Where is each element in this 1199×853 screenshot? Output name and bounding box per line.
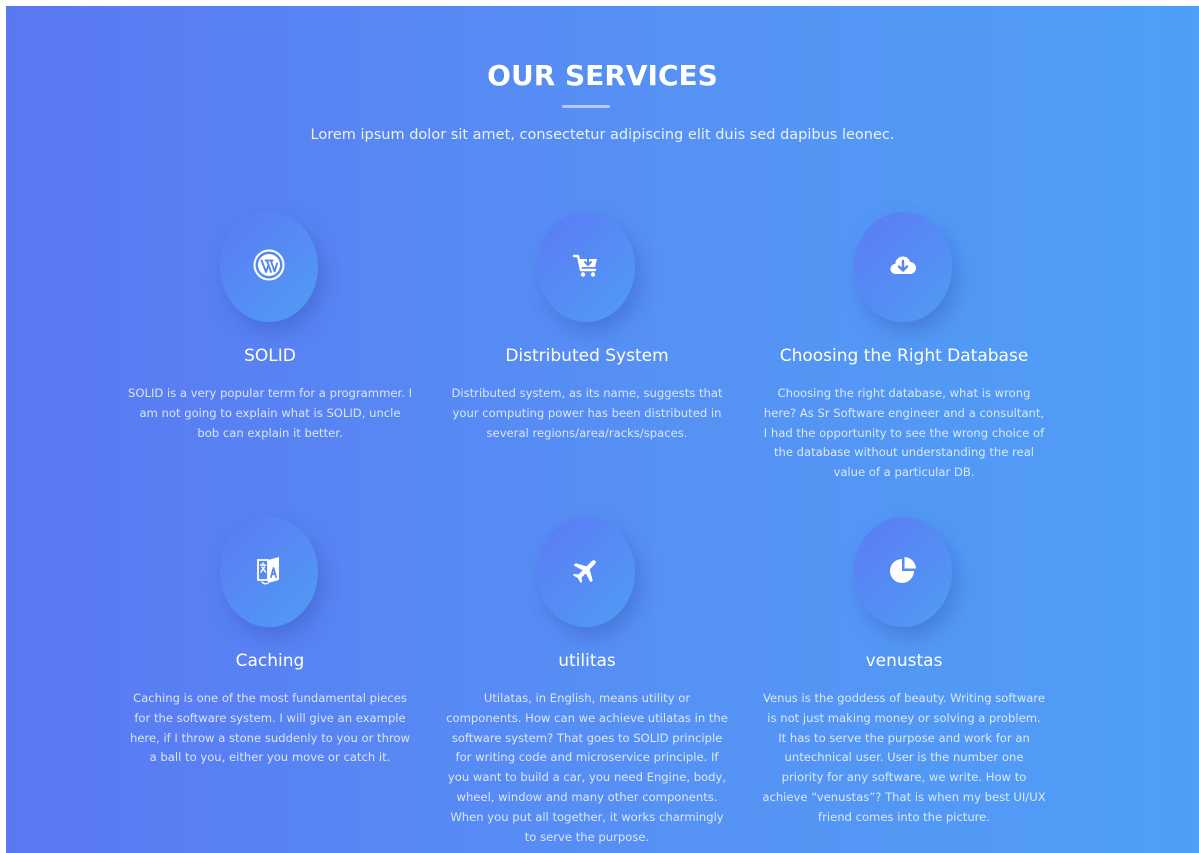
services-section: OUR SERVICES Lorem ipsum dolor sit amet,… — [6, 6, 1199, 853]
service-title: Distributed System — [505, 346, 669, 366]
service-description: Choosing the right database, what is wro… — [763, 386, 1045, 480]
cloud-download-icon — [887, 249, 919, 286]
service-icon-circle — [220, 212, 318, 322]
service-description: Caching is one of the most fundamental p… — [129, 691, 411, 765]
service-description: Venus is the goddess of beauty. Writing … — [762, 691, 1046, 824]
pie-chart-icon — [887, 554, 919, 591]
service-title: venustas — [865, 651, 943, 671]
service-description: SOLID is a very popular term for a progr… — [128, 386, 413, 440]
service-description: Distributed system, as its name, suggest… — [451, 386, 723, 440]
service-title: SOLID — [244, 346, 296, 366]
language-icon — [253, 554, 285, 591]
service-icon-circle — [854, 517, 952, 627]
plane-icon — [570, 554, 602, 591]
wordpress-icon — [253, 249, 285, 286]
section-title: OUR SERVICES — [487, 59, 718, 92]
title-divider — [562, 105, 610, 108]
service-title: utilitas — [558, 651, 616, 671]
service-icon-circle — [537, 212, 635, 322]
service-icon-circle — [220, 517, 318, 627]
service-icon-circle — [537, 517, 635, 627]
cart-download-icon — [570, 249, 602, 286]
service-title: Caching — [235, 651, 305, 671]
section-subtitle: Lorem ipsum dolor sit amet, consectetur … — [310, 127, 895, 143]
service-title: Choosing the Right Database — [779, 346, 1029, 366]
service-description: Utilatas, in English, means utility or c… — [446, 691, 728, 844]
service-icon-circle — [854, 212, 952, 322]
